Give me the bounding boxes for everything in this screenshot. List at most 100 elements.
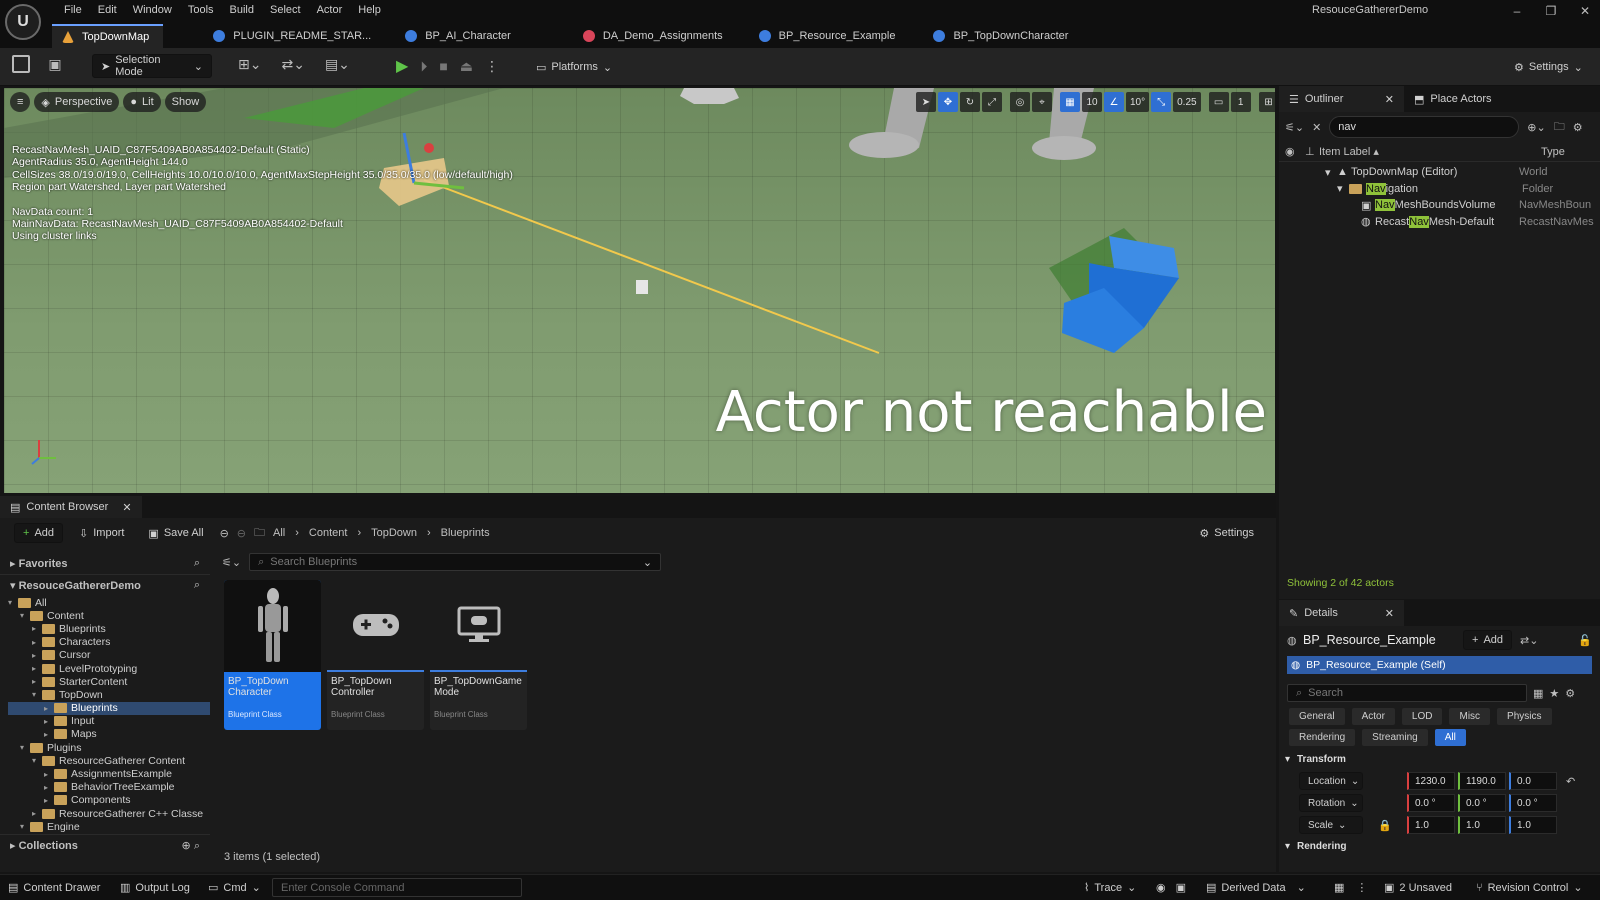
- clear-search-icon[interactable]: ✕: [1312, 121, 1321, 134]
- output-log-button[interactable]: ▥ Output Log: [120, 881, 190, 895]
- scale-x-input[interactable]: 1.0: [1407, 816, 1455, 834]
- forward-icon[interactable]: ⊖: [237, 527, 246, 540]
- add-collection-icon[interactable]: ⊕: [182, 840, 191, 852]
- breadcrumb-all[interactable]: All: [273, 527, 285, 539]
- cinematics-icon[interactable]: ▤⌄: [325, 56, 350, 73]
- viewport-menu-button[interactable]: ≡: [10, 92, 31, 112]
- close-icon[interactable]: ✕: [1385, 93, 1394, 106]
- camera-speed-value[interactable]: 1: [1230, 92, 1251, 112]
- scale-z-input[interactable]: 1.0: [1509, 816, 1557, 834]
- maximize-icon[interactable]: ❐: [1534, 4, 1568, 18]
- rotation-z-input[interactable]: 0.0 °: [1509, 794, 1557, 812]
- project-section[interactable]: ▾ ResouceGathererDemo ⌕: [0, 574, 210, 596]
- trace-dropdown[interactable]: ⌇ Trace ⌄: [1084, 881, 1136, 895]
- location-y-input[interactable]: 1190.0: [1458, 772, 1506, 790]
- folder-icon[interactable]: 🗀: [254, 524, 265, 543]
- folder-tree-item[interactable]: ▸ Components: [8, 794, 210, 807]
- chevron-icon[interactable]: ▾: [32, 690, 42, 699]
- chevron-icon[interactable]: ▾: [20, 822, 30, 831]
- step-icon[interactable]: ⏵: [420, 58, 427, 75]
- filter-actor[interactable]: Actor: [1351, 708, 1395, 725]
- chevron-down-icon[interactable]: ▾: [1325, 166, 1337, 179]
- stop-icon[interactable]: ■: [439, 58, 447, 74]
- tab-content-browser[interactable]: ▤ Content Browser ✕: [0, 496, 142, 518]
- close-icon[interactable]: ✕: [1568, 4, 1600, 18]
- menu-actor[interactable]: Actor: [309, 1, 351, 19]
- rotation-snap-value[interactable]: 10°: [1126, 92, 1150, 112]
- eject-icon[interactable]: ⏏: [460, 58, 473, 75]
- minimize-icon[interactable]: –: [1500, 4, 1534, 18]
- collections-section[interactable]: ▸ Collections ⊕ ⌕: [0, 834, 210, 856]
- select-tool-icon[interactable]: ➤: [916, 92, 936, 112]
- folder-tree-item[interactable]: ▸ LevelPrototyping: [8, 662, 210, 675]
- menu-tools[interactable]: Tools: [180, 1, 222, 19]
- blueprint-options-icon[interactable]: ⇄⌄: [1520, 634, 1538, 647]
- tab-da-demo-assignments[interactable]: DA_Demo_Assignments: [573, 24, 737, 48]
- derived-data-dropdown[interactable]: ▤ Derived Data ⌄: [1206, 881, 1306, 895]
- add-component-button[interactable]: + Add: [1463, 630, 1513, 650]
- camera-speed-icon[interactable]: ▭: [1208, 92, 1229, 112]
- menu-help[interactable]: Help: [350, 1, 389, 19]
- breadcrumb-content[interactable]: Content: [309, 527, 348, 539]
- location-x-input[interactable]: 1230.0: [1407, 772, 1455, 790]
- folder-tree-item[interactable]: ▾ TopDown: [8, 688, 210, 701]
- folder-tree-item[interactable]: ▸ Blueprints: [8, 622, 210, 635]
- outliner-row-navigation-folder[interactable]: ▾ Navigation Folder: [1279, 181, 1600, 198]
- more-options-icon[interactable]: ⋮: [1356, 881, 1367, 894]
- new-folder-icon[interactable]: 🗀: [1554, 118, 1565, 137]
- menu-window[interactable]: Window: [125, 1, 180, 19]
- chevron-icon[interactable]: ▸: [44, 730, 54, 739]
- folder-tree-item[interactable]: ▸ ResourceGatherer C++ Classe: [8, 807, 210, 820]
- chevron-icon[interactable]: ▸: [44, 704, 54, 713]
- folder-tree-item[interactable]: ▸ Cursor: [8, 649, 210, 662]
- rendering-section-header[interactable]: ▾ Rendering: [1279, 836, 1600, 856]
- table-view-icon[interactable]: ▦: [1533, 687, 1543, 700]
- column-item-label[interactable]: Item Label ▴: [1319, 145, 1541, 158]
- add-button[interactable]: + Add: [14, 523, 64, 543]
- self-component-row[interactable]: ◍ BP_Resource_Example (Self): [1287, 656, 1592, 674]
- gear-icon[interactable]: ⚙: [1565, 687, 1575, 700]
- filter-icon[interactable]: ⚟⌄: [1285, 121, 1304, 134]
- rotation-y-input[interactable]: 0.0 °: [1458, 794, 1506, 812]
- asset-tile-bp-topdown-character[interactable]: BP_TopDown Character Blueprint Class: [224, 580, 321, 730]
- scale-mode-dropdown[interactable]: Scale ⌄: [1299, 816, 1363, 834]
- chevron-icon[interactable]: ▸: [44, 796, 54, 805]
- add-actor-icon[interactable]: ⊞⌄: [238, 56, 261, 73]
- favorites-section[interactable]: ▸ Favorites ⌕: [0, 552, 210, 574]
- content-settings-button[interactable]: ⚙ Settings: [1191, 521, 1262, 545]
- folder-tree-item[interactable]: ▸ AssignmentsExample: [8, 767, 210, 780]
- star-icon[interactable]: ★: [1549, 687, 1559, 700]
- folder-tree-item[interactable]: ▾ ResourceGatherer Content: [8, 754, 210, 767]
- import-button[interactable]: ⇩ Import: [71, 521, 132, 545]
- column-type[interactable]: Type: [1541, 146, 1565, 158]
- filter-all[interactable]: All: [1434, 729, 1466, 746]
- filter-rendering[interactable]: Rendering: [1289, 729, 1356, 746]
- chevron-icon[interactable]: ▾: [20, 611, 30, 620]
- menu-file[interactable]: File: [56, 1, 90, 19]
- grid-snap-value[interactable]: 10: [1082, 92, 1102, 112]
- location-z-input[interactable]: 0.0: [1509, 772, 1557, 790]
- menu-edit[interactable]: Edit: [90, 1, 125, 19]
- save-icon[interactable]: [12, 55, 30, 73]
- rotation-snap-icon[interactable]: ∠: [1104, 92, 1124, 112]
- outliner-search-input[interactable]: nav: [1329, 116, 1520, 138]
- lock-icon[interactable]: 🔒: [1363, 819, 1407, 832]
- chevron-icon[interactable]: ▾: [32, 756, 42, 765]
- tab-bp-resource-example[interactable]: BP_Resource_Example: [749, 24, 910, 48]
- chevron-icon[interactable]: ▸: [44, 770, 54, 779]
- rotate-tool-icon[interactable]: ↻: [960, 92, 980, 112]
- breadcrumb-topdown[interactable]: TopDown: [371, 527, 417, 539]
- lit-button[interactable]: ● Lit: [123, 92, 161, 112]
- filter-icon[interactable]: ⚟⌄: [222, 556, 241, 569]
- chevron-icon[interactable]: ▾: [20, 743, 30, 752]
- pin-icon[interactable]: ⊥: [1305, 145, 1319, 158]
- cmd-dropdown[interactable]: ▭ Cmd ⌄: [208, 881, 261, 895]
- world-space-icon[interactable]: ◎: [1010, 92, 1030, 112]
- settings-dropdown[interactable]: ⚙ Settings ⌄: [1506, 55, 1591, 79]
- tab-plugin-readme[interactable]: PLUGIN_README_STAR...: [203, 24, 385, 48]
- play-icon[interactable]: ▶: [396, 56, 408, 76]
- folder-tree-item[interactable]: ▸ Maps: [8, 728, 210, 741]
- folder-tree-item[interactable]: ▸ Blueprints: [8, 701, 210, 715]
- chevron-icon[interactable]: ▸: [32, 624, 42, 633]
- outliner-row-world[interactable]: ▾ ▲ TopDownMap (Editor) World: [1279, 164, 1600, 181]
